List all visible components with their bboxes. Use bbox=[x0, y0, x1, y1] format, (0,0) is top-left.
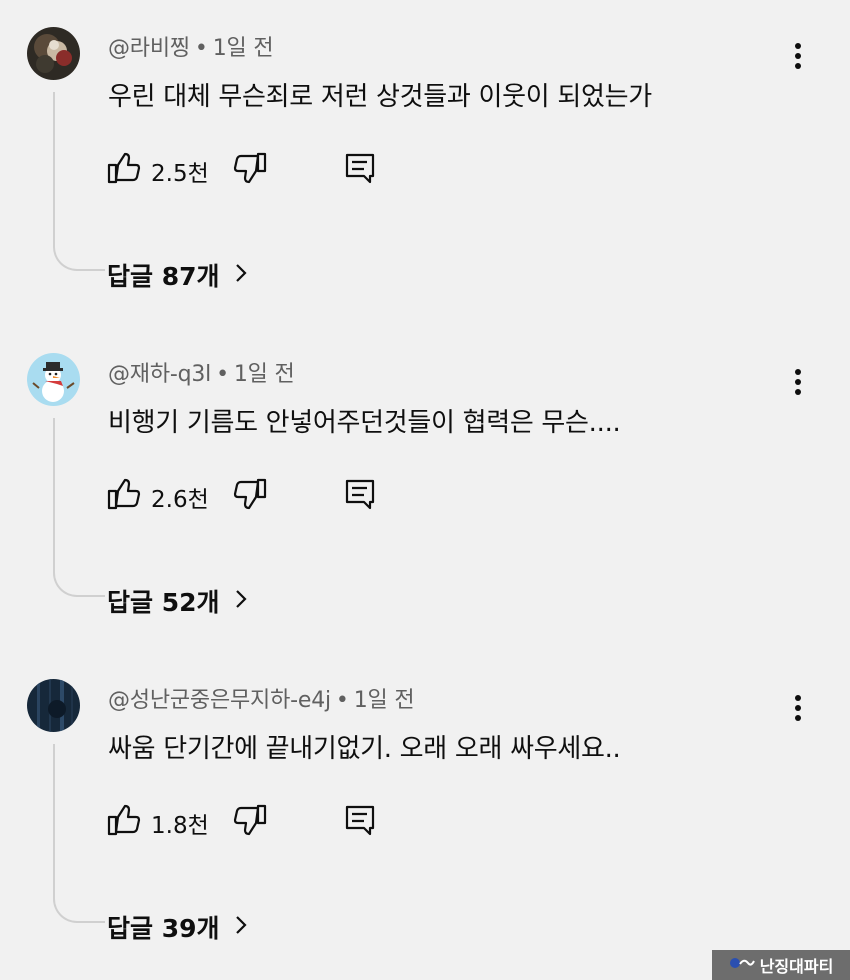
meta-separator: • bbox=[194, 36, 208, 61]
meta-separator: • bbox=[216, 362, 229, 387]
like-count: 2.6천 bbox=[151, 487, 209, 513]
comment-icon[interactable] bbox=[342, 476, 378, 512]
comment-author[interactable]: @재하-q3l bbox=[108, 362, 211, 387]
thread-line bbox=[53, 418, 105, 597]
more-vert-icon[interactable] bbox=[780, 362, 816, 402]
comment-actions: 1.8천 bbox=[106, 800, 406, 840]
comment-author[interactable]: @성난군중은무지하-e4j bbox=[108, 688, 331, 713]
watermark-logo-icon bbox=[729, 955, 755, 975]
thumbs-up-icon[interactable] bbox=[106, 476, 142, 512]
avatar[interactable] bbox=[27, 353, 80, 406]
avatar[interactable] bbox=[27, 27, 80, 80]
replies-label: 답글 52개 bbox=[107, 588, 220, 617]
chevron-right-icon bbox=[234, 588, 248, 614]
like-count: 1.8천 bbox=[151, 813, 209, 839]
replies-button[interactable]: 답글 87개 bbox=[107, 258, 248, 292]
comment-item: @라비찡 • 1일 전 우린 대체 무슨죄로 저런 상것들과 이웃이 되었는가 2.… bbox=[0, 0, 850, 326]
comment-time: 1일 전 bbox=[353, 688, 415, 713]
thumbs-up-icon[interactable] bbox=[106, 802, 142, 838]
avatar[interactable] bbox=[27, 679, 80, 732]
thumbs-down-icon[interactable] bbox=[232, 802, 268, 838]
meta-separator: • bbox=[335, 688, 349, 713]
comment-actions: 2.5천 bbox=[106, 148, 406, 188]
comment-meta: @라비찡 • 1일 전 bbox=[108, 30, 274, 62]
replies-button[interactable]: 답글 52개 bbox=[107, 584, 248, 618]
comment-item: @재하-q3l • 1일 전 비행기 기름도 안넣어주던것들이 협력은 무슨....… bbox=[0, 326, 850, 652]
replies-label: 답글 87개 bbox=[107, 262, 220, 291]
comment-text: 비행기 기름도 안넣어주던것들이 협력은 무슨.... bbox=[108, 408, 621, 438]
comment-text: 싸움 단기간에 끝내기없기. 오래 오래 싸우세요.. bbox=[108, 734, 621, 764]
chevron-right-icon bbox=[234, 914, 248, 940]
comment-meta: @재하-q3l • 1일 전 bbox=[108, 356, 295, 388]
comment-meta: @성난군중은무지하-e4j • 1일 전 bbox=[108, 682, 415, 714]
comment-actions: 2.6천 bbox=[106, 474, 406, 514]
thread-line bbox=[53, 92, 105, 271]
comment-icon[interactable] bbox=[342, 802, 378, 838]
thumbs-up-icon[interactable] bbox=[106, 150, 142, 186]
replies-label: 답글 39개 bbox=[107, 914, 220, 943]
comment-item: @성난군중은무지하-e4j • 1일 전 싸움 단기간에 끝내기없기. 오래 오래 … bbox=[0, 652, 850, 978]
thumbs-down-icon[interactable] bbox=[232, 476, 268, 512]
more-vert-icon[interactable] bbox=[780, 688, 816, 728]
comment-time: 1일 전 bbox=[233, 362, 295, 387]
more-vert-icon[interactable] bbox=[780, 36, 816, 76]
watermark-text: 난징대파티 bbox=[759, 957, 834, 976]
thread-line bbox=[53, 744, 105, 923]
watermark: 난징대파티 bbox=[712, 950, 850, 980]
comment-text: 우린 대체 무슨죄로 저런 상것들과 이웃이 되었는가 bbox=[108, 82, 652, 112]
comment-author[interactable]: @라비찡 bbox=[108, 36, 190, 61]
like-count: 2.5천 bbox=[151, 161, 209, 187]
thumbs-down-icon[interactable] bbox=[232, 150, 268, 186]
chevron-right-icon bbox=[234, 262, 248, 288]
replies-button[interactable]: 답글 39개 bbox=[107, 910, 248, 944]
comment-time: 1일 전 bbox=[212, 36, 274, 61]
comment-icon[interactable] bbox=[342, 150, 378, 186]
